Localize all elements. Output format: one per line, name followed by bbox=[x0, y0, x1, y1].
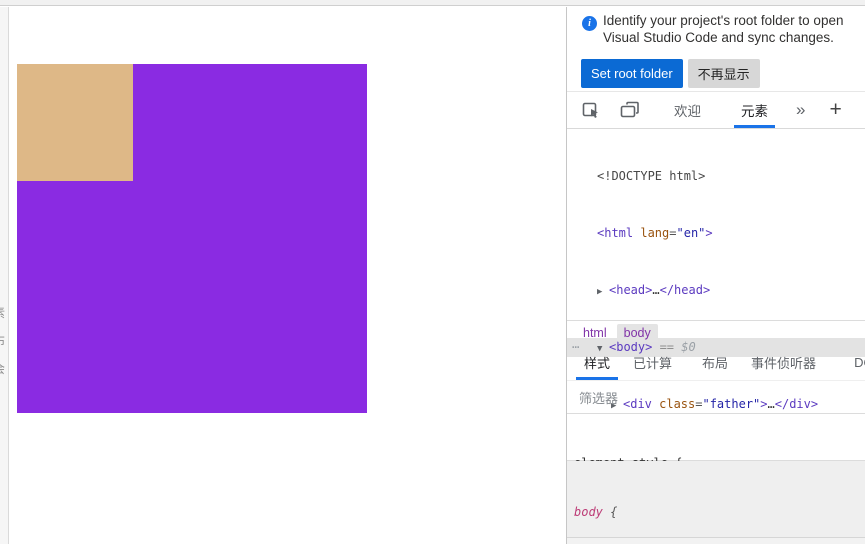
notification-buttons: Set root folder 不再显示 bbox=[581, 59, 760, 88]
add-tab-icon[interactable]: + bbox=[822, 92, 848, 128]
tab-welcome[interactable]: 欢迎 bbox=[667, 92, 708, 128]
dom-breadcrumb: html body bbox=[567, 320, 865, 345]
panel-bottom-strip bbox=[567, 538, 865, 544]
expand-arrow-icon[interactable]: ▶ bbox=[597, 283, 609, 302]
info-icon: i bbox=[582, 16, 597, 31]
clipped-glyph: 素 bbox=[0, 307, 7, 319]
devtools-toolbar: 欢迎 元素 » + bbox=[567, 91, 865, 129]
notification-text: Identify your project's root folder to o… bbox=[603, 12, 865, 46]
body-rule-selector-line: body { bbox=[574, 505, 618, 519]
set-root-folder-button[interactable]: Set root folder bbox=[581, 59, 683, 88]
dom-row-head[interactable]: ▶ <head>…</head> bbox=[567, 281, 865, 300]
clipped-glyph: 会 bbox=[0, 363, 7, 375]
tab-styles[interactable]: 样式 bbox=[576, 345, 619, 380]
more-tabs-icon[interactable]: » bbox=[789, 92, 812, 128]
child-div bbox=[17, 64, 133, 181]
body-style-rule: body { display: block; margin: ▶ 8px; } bbox=[567, 461, 865, 538]
notification-line1: Identify your project's root folder to o… bbox=[603, 13, 844, 28]
tab-event-listeners[interactable]: 事件侦听器 bbox=[743, 345, 824, 380]
tab-dom-breakpoints[interactable]: DO bbox=[846, 345, 865, 380]
tab-computed[interactable]: 已计算 bbox=[625, 345, 680, 380]
tab-elements[interactable]: 元素 bbox=[734, 92, 775, 128]
father-div bbox=[17, 64, 367, 413]
styles-sidebar-tabs: 样式 已计算 布局 事件侦听器 DO bbox=[567, 345, 865, 381]
dom-row-doctype[interactable]: <!DOCTYPE html> bbox=[567, 167, 865, 186]
inline-style-rule[interactable]: element.style { } bbox=[567, 414, 865, 521]
dom-row-html-open[interactable]: <html lang="en"> bbox=[567, 224, 865, 243]
browser-chrome-strip bbox=[0, 0, 865, 6]
inspect-element-icon[interactable] bbox=[577, 92, 605, 128]
styles-filter-input[interactable]: 筛选器 bbox=[567, 381, 865, 414]
filter-placeholder: 筛选器 bbox=[579, 390, 619, 406]
devtools-panel: i Identify your project's root folder to… bbox=[566, 7, 865, 544]
clipped-glyph: 布 bbox=[0, 335, 7, 347]
notification-line2: Visual Studio Code and sync changes. bbox=[603, 30, 834, 45]
tab-layout[interactable]: 布局 bbox=[694, 345, 736, 380]
left-docked-toolbar: 素 布 会 bbox=[0, 7, 9, 544]
dont-show-again-button[interactable]: 不再显示 bbox=[687, 59, 760, 88]
breadcrumb-html[interactable]: html bbox=[579, 324, 611, 342]
breadcrumb-body[interactable]: body bbox=[616, 324, 658, 342]
device-toolbar-icon[interactable] bbox=[615, 92, 645, 128]
